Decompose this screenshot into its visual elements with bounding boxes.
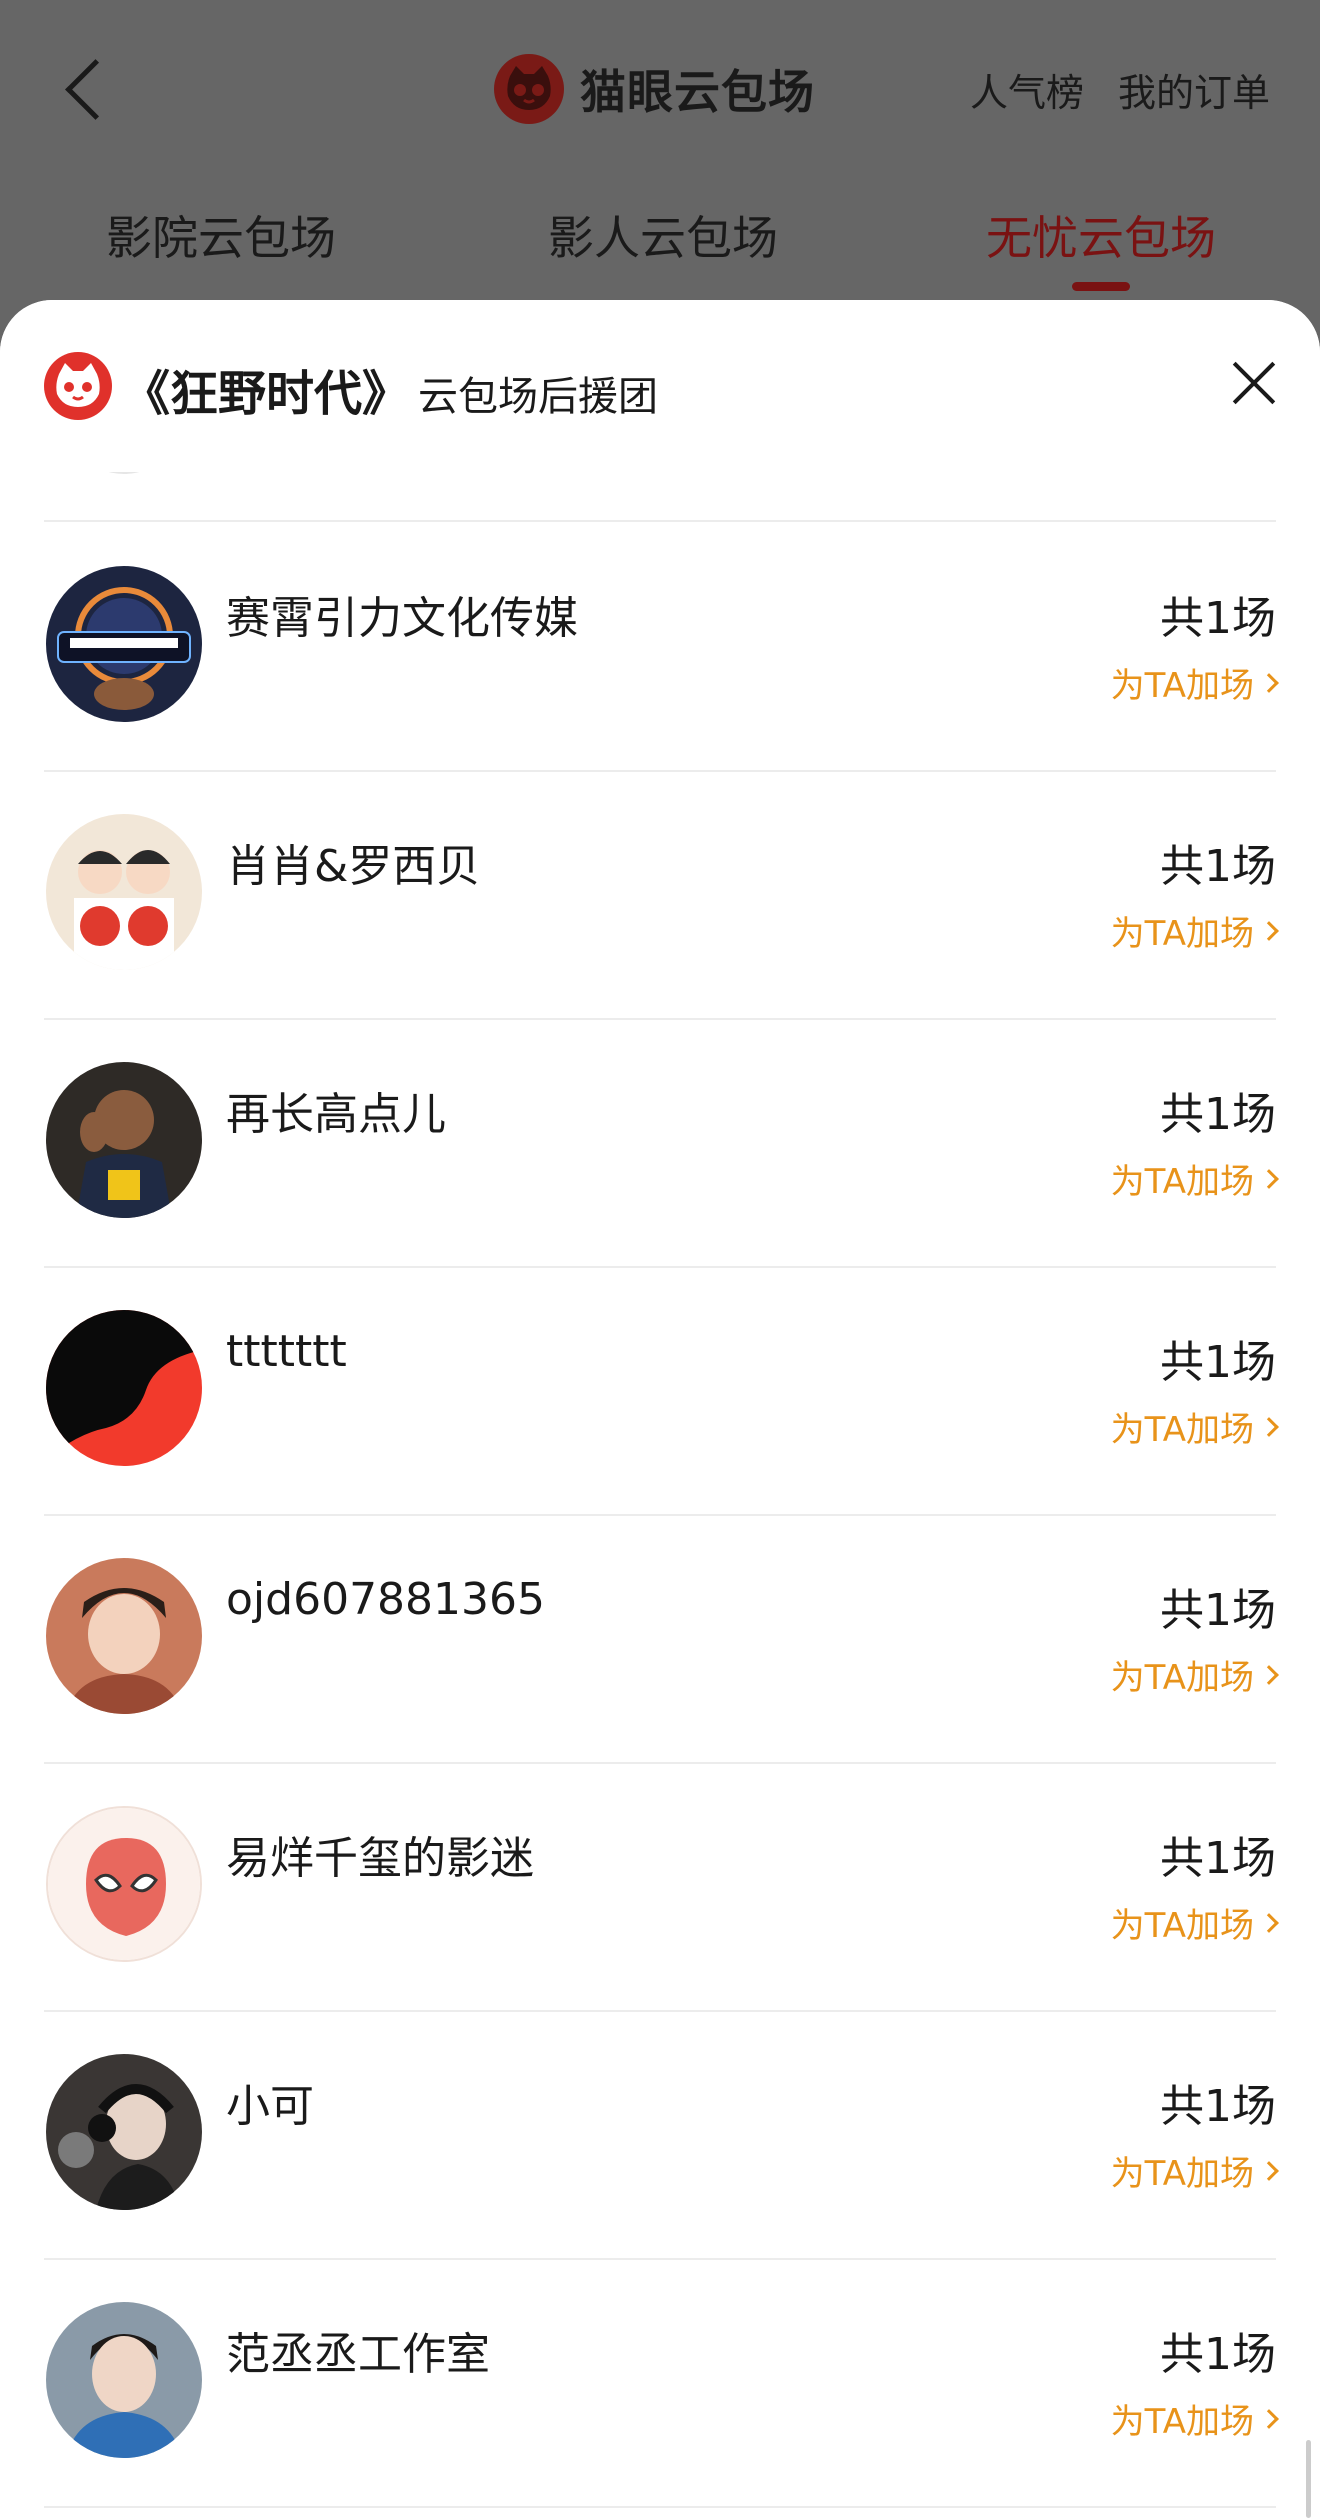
add-screening-link[interactable]: 为TA加场 [1110,1650,1279,1699]
avatar [46,1062,202,1218]
avatar [46,814,202,970]
list-item[interactable]: 小可 共1场 为TA加场 [0,2010,1320,2258]
app-title: 猫眼云包场 [580,65,815,119]
scrollbar[interactable] [1306,2440,1311,2518]
top-nav-bar: 猫眼云包场 人气榜 我的订单 [0,0,1320,178]
tab-celebrity-booking[interactable]: 影人云包场 [548,202,778,268]
screening-count: 共1场 [1160,2081,1276,2132]
add-screening-label: 为TA加场 [1110,1410,1254,1450]
category-tabs: 影院云包场 影人云包场 无忧云包场 [0,190,1320,300]
supporter-name: 易烊千玺的影迷 [226,1833,534,1884]
add-screening-label: 为TA加场 [1110,914,1254,954]
avatar [46,1558,202,1714]
chevron-right-icon [1259,1416,1279,1437]
screening-count: 共1场 [1160,1089,1276,1140]
support-group-sheet: 《狂野时代》 云包场后援团 赛霄引力文化传媒 共1场 为TA加场 肖肖&罗西贝 … [0,300,1320,2518]
popularity-rank-link[interactable]: 人气榜 [970,62,1084,117]
chevron-right-icon [1259,1664,1279,1685]
add-screening-link[interactable]: 为TA加场 [1110,658,1279,707]
list-item[interactable]: 赛霄引力文化传媒 共1场 为TA加场 [0,522,1320,770]
screening-count: 共1场 [1160,2329,1276,2380]
tab-worry-free-booking[interactable]: 无忧云包场 [986,202,1216,268]
supporter-name: ojd607881365 [226,1574,546,1625]
avatar [46,566,202,722]
add-screening-label: 为TA加场 [1110,1906,1254,1946]
close-icon[interactable] [1224,354,1284,414]
list-item[interactable]: 再长高点儿 共1场 为TA加场 [0,1018,1320,1266]
supporter-name: ttttttt [226,1326,347,1377]
maoyan-cat-logo-icon [494,54,564,124]
add-screening-link[interactable]: 为TA加场 [1110,906,1279,955]
movie-title: 《狂野时代》 [122,366,411,422]
avatar [46,1310,202,1466]
add-screening-label: 为TA加场 [1110,1162,1254,1202]
list-item[interactable]: 易烊千玺的影迷 共1场 为TA加场 [0,1762,1320,2010]
chevron-right-icon [1259,672,1279,693]
app-brand: 猫眼云包场 [494,54,815,124]
screening-count: 共1场 [1160,1585,1276,1636]
chevron-right-icon [1259,1168,1279,1189]
supporter-name: 再长高点儿 [226,1089,446,1140]
chevron-right-icon [1259,1912,1279,1933]
supporter-name: 小可 [226,2081,314,2132]
avatar [46,2054,202,2210]
back-arrow-icon[interactable] [62,52,118,128]
add-screening-link[interactable]: 为TA加场 [1110,1898,1279,1947]
list-item[interactable]: ojd607881365 共1场 为TA加场 [0,1514,1320,1762]
supporter-name: 肖肖&罗西贝 [226,841,481,892]
list-item[interactable]: ttttttt 共1场 为TA加场 [0,1266,1320,1514]
page: 猫眼云包场 人气榜 我的订单 影院云包场 影人云包场 无忧云包场 《狂野时代》 … [0,0,1320,2518]
screening-count: 共1场 [1160,841,1276,892]
add-screening-link[interactable]: 为TA加场 [1110,1402,1279,1451]
screening-count: 共1场 [1160,1337,1276,1388]
chevron-right-icon [1259,2160,1279,2181]
chevron-right-icon [1259,2408,1279,2429]
supporter-name: 范丞丞工作室 [226,2329,490,2380]
tab-cinema-booking[interactable]: 影院云包场 [106,202,336,268]
screening-count: 共1场 [1160,593,1276,644]
add-screening-label: 为TA加场 [1110,2154,1254,2194]
avatar [46,2302,202,2458]
add-screening-link[interactable]: 为TA加场 [1110,1154,1279,1203]
list-item[interactable]: 范丞丞工作室 共1场 为TA加场 [0,2258,1320,2506]
add-screening-link[interactable]: 为TA加场 [1110,2146,1279,2195]
sheet-header: 《狂野时代》 云包场后援团 [0,300,1320,472]
chevron-right-icon [1259,920,1279,941]
supporter-name: 赛霄引力文化传媒 [226,593,578,644]
divider [44,2506,1276,2508]
add-screening-label: 为TA加场 [1110,1658,1254,1698]
my-orders-link[interactable]: 我的订单 [1118,62,1270,117]
screening-count: 共1场 [1160,1833,1276,1884]
avatar [46,1806,202,1962]
active-tab-indicator [1072,282,1130,291]
add-screening-link[interactable]: 为TA加场 [1110,2394,1279,2443]
list-item[interactable]: 肖肖&罗西贝 共1场 为TA加场 [0,770,1320,1018]
add-screening-label: 为TA加场 [1110,666,1254,706]
maoyan-cat-logo-icon [44,352,112,420]
sheet-subtitle: 云包场后援团 [418,374,658,420]
add-screening-label: 为TA加场 [1110,2402,1254,2442]
